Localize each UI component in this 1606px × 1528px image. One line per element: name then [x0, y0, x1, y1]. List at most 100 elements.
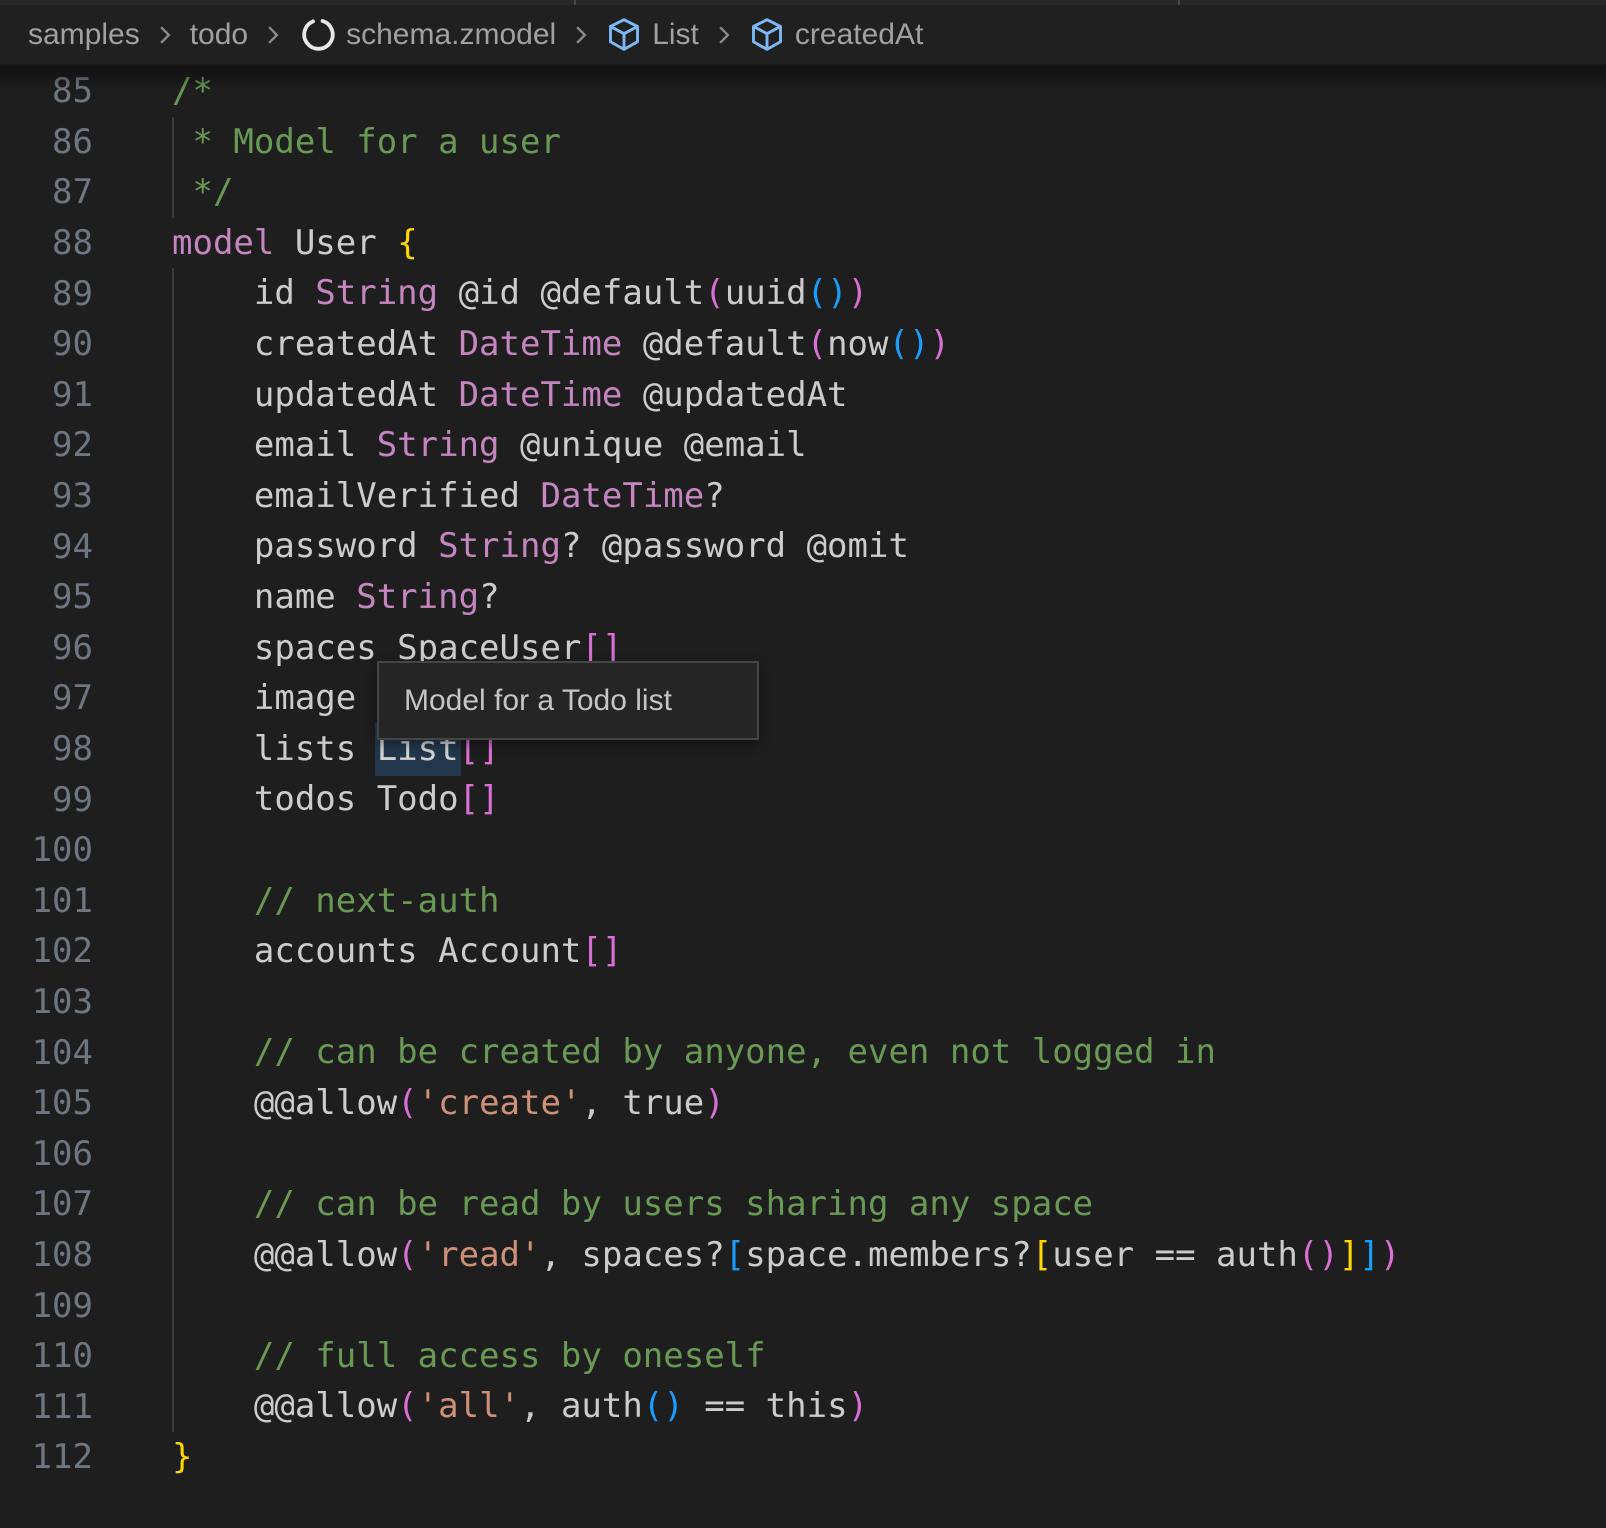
code-line[interactable]: 112} [0, 1432, 1606, 1483]
code-token: () [643, 1386, 684, 1426]
code-token: , true [581, 1083, 704, 1123]
breadcrumb-item-todo[interactable]: todo [190, 18, 248, 52]
code-token: ] [1359, 1235, 1379, 1275]
code-line[interactable]: 108 @@allow('read', spaces?[space.member… [0, 1230, 1606, 1281]
code-token: model [172, 223, 295, 263]
line-number[interactable]: 98 [0, 729, 93, 769]
code-line[interactable]: 86 * Model for a user [0, 117, 1606, 168]
line-number[interactable]: 85 [0, 71, 93, 111]
line-number[interactable]: 89 [0, 274, 93, 314]
code-token: ( [807, 324, 827, 364]
line-number[interactable]: 93 [0, 476, 93, 516]
code-line[interactable]: 85 /* [0, 66, 1606, 117]
breadcrumb-label: createdAt [795, 18, 923, 52]
breadcrumb-label: samples [28, 18, 140, 52]
line-number[interactable]: 91 [0, 375, 93, 415]
line-number[interactable]: 97 [0, 678, 93, 718]
code-line[interactable]: 100 [0, 825, 1606, 876]
code-token: () [807, 273, 848, 313]
code-token: /* [172, 71, 213, 111]
code-token: // full access by oneself [172, 1336, 766, 1376]
code-line[interactable]: 102 accounts Account[] [0, 926, 1606, 977]
code-line-content: model User { [93, 218, 418, 269]
breadcrumb-label: List [652, 18, 699, 52]
code-token: id [172, 273, 315, 313]
breadcrumb-item-list[interactable]: List [606, 17, 699, 53]
line-number[interactable]: 111 [0, 1387, 93, 1427]
line-number[interactable]: 95 [0, 577, 93, 617]
line-number[interactable]: 101 [0, 881, 93, 921]
line-number[interactable]: 110 [0, 1336, 93, 1376]
code-token: ( [704, 273, 724, 313]
line-number[interactable]: 92 [0, 425, 93, 465]
breadcrumb-item-samples[interactable]: samples [28, 18, 140, 52]
line-number[interactable]: 90 [0, 324, 93, 364]
code-line[interactable]: 110 // full access by oneself [0, 1331, 1606, 1382]
code-line[interactable]: 101 // next-auth [0, 876, 1606, 927]
code-token: // can be created by anyone, even not lo… [172, 1032, 1216, 1072]
code-line[interactable]: 93 emailVerified DateTime? [0, 471, 1606, 522]
line-number[interactable]: 107 [0, 1184, 93, 1224]
line-number[interactable]: 103 [0, 982, 93, 1022]
code-line[interactable]: 89 id String @id @default(uuid()) [0, 268, 1606, 319]
code-token: name [172, 577, 356, 617]
code-token: ? [704, 476, 724, 516]
code-line-content: // can be read by users sharing any spac… [93, 1179, 1093, 1230]
code-line[interactable]: 103 [0, 977, 1606, 1028]
code-line[interactable]: 106 [0, 1128, 1606, 1179]
line-number[interactable]: 105 [0, 1083, 93, 1123]
line-number[interactable]: 86 [0, 122, 93, 162]
code-token: @@allow [172, 1083, 397, 1123]
line-number[interactable]: 94 [0, 527, 93, 567]
line-number[interactable]: 87 [0, 172, 93, 212]
line-number[interactable]: 104 [0, 1033, 93, 1073]
code-token: updatedAt [172, 375, 459, 415]
code-line[interactable]: 88model User { [0, 218, 1606, 269]
code-token: DateTime [540, 476, 704, 516]
code-token: String [377, 425, 500, 465]
code-line[interactable]: 94 password String? @password @omit [0, 521, 1606, 572]
code-line[interactable]: 99 todos Todo[] [0, 774, 1606, 825]
code-line[interactable]: 92 email String @unique @email [0, 420, 1606, 471]
code-line[interactable]: 97 image [0, 673, 1606, 724]
code-line[interactable]: 111 @@allow('all', auth() == this) [0, 1381, 1606, 1432]
code-editor[interactable]: 85/*86 * Model for a user87 */88model Us… [0, 64, 1606, 1528]
code-token: , auth [520, 1386, 643, 1426]
breadcrumb-item-schema-zmodel[interactable]: schema.zmodel [298, 16, 556, 54]
line-number[interactable]: 108 [0, 1235, 93, 1275]
code-line[interactable]: 105 @@allow('create', true) [0, 1078, 1606, 1129]
code-line-content: @@allow('create', true) [93, 1078, 725, 1129]
code-token: () [1298, 1235, 1339, 1275]
line-number[interactable]: 99 [0, 780, 93, 820]
hover-tooltip-text: Model for a Todo list [404, 684, 672, 718]
code-token: { [397, 223, 417, 263]
line-number[interactable]: 106 [0, 1134, 93, 1174]
code-line[interactable]: 104 // can be created by anyone, even no… [0, 1027, 1606, 1078]
chevron-right-icon [711, 22, 737, 48]
code-line[interactable]: 90 createdAt DateTime @default(now()) [0, 319, 1606, 370]
code-line-content: image [93, 673, 356, 724]
line-number[interactable]: 88 [0, 223, 93, 263]
code-line-content: // full access by oneself [93, 1331, 766, 1382]
line-number[interactable]: 96 [0, 628, 93, 668]
code-token: ] [1339, 1235, 1359, 1275]
code-line-content: */ [93, 167, 233, 218]
code-line[interactable]: 87 */ [0, 167, 1606, 218]
code-line[interactable]: 109 [0, 1280, 1606, 1331]
code-line[interactable]: 95 name String? [0, 572, 1606, 623]
line-number[interactable]: 112 [0, 1437, 93, 1477]
code-token: DateTime [459, 324, 623, 364]
breadcrumb: samples todo schema.zmodel [0, 5, 1606, 64]
breadcrumb-item-createdat[interactable]: createdAt [749, 17, 923, 53]
line-number[interactable]: 109 [0, 1286, 93, 1326]
code-line-content: * Model for a user [93, 117, 561, 168]
line-number[interactable]: 100 [0, 830, 93, 870]
loading-icon [298, 16, 336, 54]
code-line[interactable]: 96 spaces SpaceUser[] [0, 623, 1606, 674]
line-number[interactable]: 102 [0, 931, 93, 971]
code-line[interactable]: 98 lists List[] [0, 724, 1606, 775]
code-line-content: /* [93, 66, 213, 117]
code-line[interactable]: 91 updatedAt DateTime @updatedAt [0, 370, 1606, 421]
code-line-content: @@allow('all', auth() == this) [93, 1381, 868, 1432]
code-line[interactable]: 107 // can be read by users sharing any … [0, 1179, 1606, 1230]
